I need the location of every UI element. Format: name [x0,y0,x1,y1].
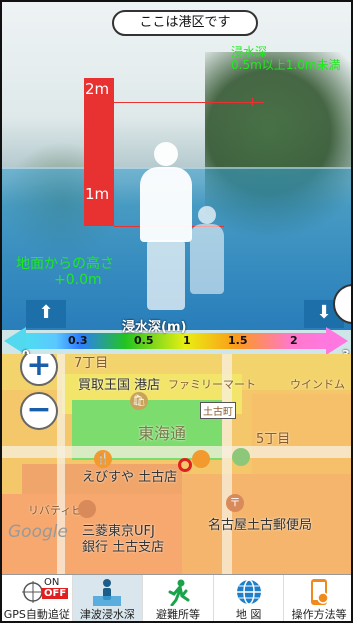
globe-icon [233,578,265,606]
map-button[interactable]: 地 図 [214,575,285,621]
person-depth-icon [91,578,123,606]
move-up-button[interactable]: ⬆ [26,300,66,328]
depth-tick: 1.5 [228,334,248,347]
evacuation-running-icon [162,578,194,606]
tsunami-depth-button[interactable]: 津波浸水深 [72,575,144,621]
map-label-block: 5丁目 [256,432,291,447]
gps-follow-button[interactable]: ON OFF GPS自動追従 [2,575,73,621]
zoom-out-button[interactable]: − [20,392,58,430]
ground-height-value: +0.0m [54,272,102,288]
map-label-block: 7丁目 [74,356,109,371]
toolbar-label: 地 図 [235,608,262,621]
height-scale-bar [84,78,114,226]
shop-poi-icon[interactable] [232,448,250,466]
post-office-poi-icon[interactable]: 〒 [226,494,244,512]
restaurant-poi-icon[interactable]: 🍴 [94,450,112,468]
depth-tick: 0.3 [68,334,88,347]
map-label-bank: 銀行 土古支店 [82,540,165,555]
main-road [2,446,351,458]
adult-silhouette-body [140,167,192,242]
child-silhouette-head [198,206,216,224]
shop-poi-icon[interactable]: 🛍 [130,392,148,410]
bank-poi-icon[interactable] [78,500,96,518]
toolbar-label: 津波浸水深 [79,608,135,621]
map-label-mart: ファミリーマート [168,378,256,391]
height-guide-tick [252,98,253,106]
ar-camera-view: ここは港区です 浸水深 0.5m以上1.0m未満 2m 1m 地面からの高さ +… [2,2,351,330]
toolbar-label: 避難所等 [155,608,200,621]
adult-silhouette-legs [147,240,185,310]
height-guide-2m [114,102,264,103]
depth-tick: 1 [183,334,191,347]
height-label-1m: 1m [85,185,110,203]
adult-silhouette-head [154,142,178,166]
ground-height-info: 地面からの高さ +0.0m [16,256,114,288]
flood-depth-range: 0.5m以上1.0m未満 [231,58,341,72]
ground-height-label: 地面からの高さ [16,256,114,272]
map-label-tosho: 土古町 [200,402,236,419]
map-label-post: 名古屋土古郵便局 [208,518,313,533]
app-frame: ここは港区です 浸水深 0.5m以上1.0m未満 2m 1m 地面からの高さ +… [0,0,353,623]
arrow-down-icon: ⬇ [316,302,332,323]
map-label-shop: 買取王国 港店 [78,378,161,393]
toolbar-label: GPS自動追従 [3,608,70,621]
map-label-window: ウインドム [290,378,345,391]
map-label-street: 東海通 [138,424,187,443]
flood-depth-info: 浸水深 0.5m以上1.0m未満 [231,46,351,72]
shelters-button[interactable]: 避難所等 [143,575,214,621]
arrow-up-icon: ⬆ [38,302,54,323]
location-pill: ここは港区です [112,10,258,36]
google-logo: Google [8,522,68,542]
depth-scale-title: 浸水深(m) [122,320,187,335]
help-button[interactable]: 操作方法等 [284,575,351,621]
toolbar-label: 操作方法等 [291,608,347,621]
current-location-marker [178,458,192,472]
gps-on-text: ON [44,577,60,588]
gps-off-badge: OFF [42,588,69,599]
depth-tick: 0.5 [134,334,154,347]
depth-tick: 2 [290,334,298,347]
phone-touch-icon [303,578,335,606]
child-silhouette-body [190,224,224,294]
bottom-toolbar: ON OFF GPS自動追従 津波浸水深 避難所等 地 図 操作方法等 [2,574,351,621]
map-label-ebisuya: えびすや 土古店 [82,470,178,485]
height-label-2m: 2m [85,80,110,98]
poi-icon[interactable] [192,450,210,468]
